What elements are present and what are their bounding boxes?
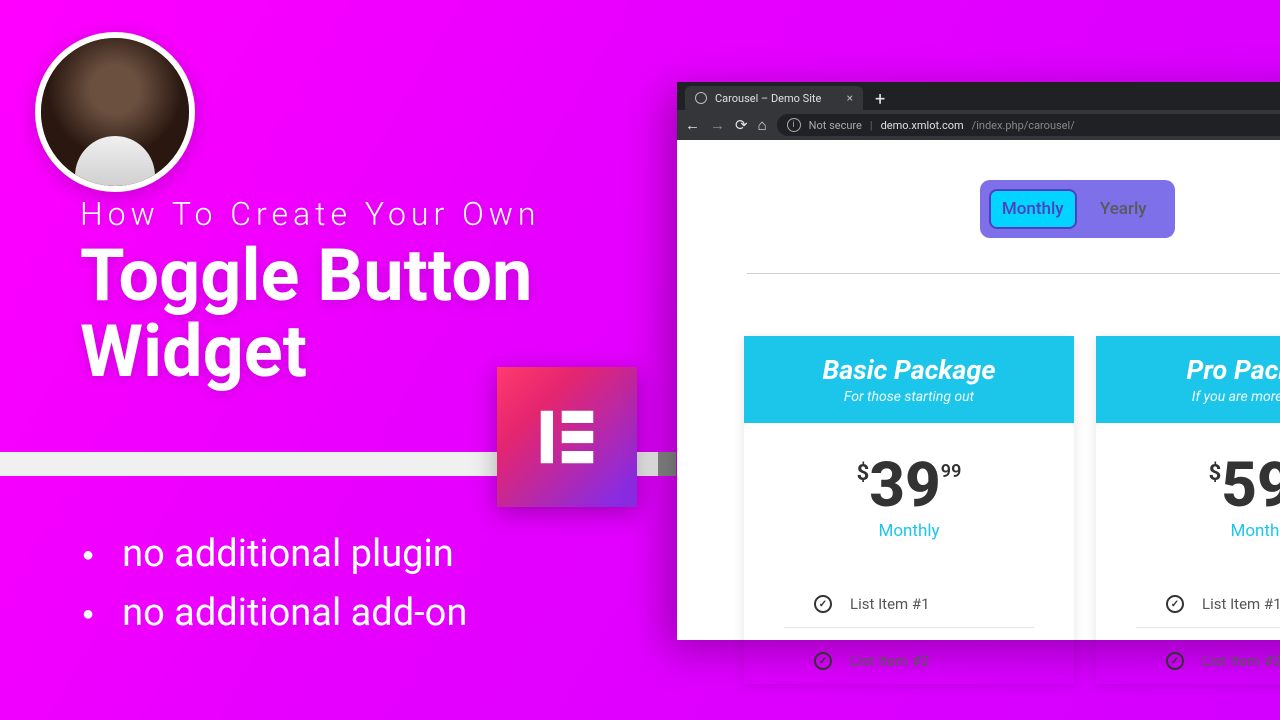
browser-window: Carousel – Demo Site × + ← → ⟳ ⌂ i Not s… [677, 82, 1280, 640]
page-content: Monthly Yearly Basic Package For those s… [677, 140, 1280, 640]
main-title: Toggle Button Widget [80, 238, 532, 389]
card-price: $ 39 99 Monthly [744, 423, 1074, 563]
pricing-card-basic: Basic Package For those starting out $ 3… [744, 336, 1074, 684]
check-icon: ✓ [1166, 652, 1184, 670]
tab-title: Carousel – Demo Site [715, 92, 839, 105]
pricing-card-pro: Pro Package If you are more serious $ 59… [1096, 336, 1280, 684]
bullet-item: no additional add-on [82, 584, 467, 643]
elementor-logo [497, 367, 637, 507]
price-amount: 39 [869, 455, 941, 517]
globe-icon [695, 92, 707, 104]
tab-strip: Carousel – Demo Site × + [677, 82, 1280, 110]
reload-button[interactable]: ⟳ [735, 116, 748, 134]
back-button[interactable]: ← [685, 116, 700, 134]
card-title: Pro Package [1106, 354, 1280, 386]
feature-list: ✓ List Item #1 ✓ List Item #2 [1096, 563, 1280, 684]
home-button[interactable]: ⌂ [758, 116, 767, 134]
browser-tab[interactable]: Carousel – Demo Site × [685, 86, 863, 110]
presenter-avatar [35, 32, 195, 192]
card-header: Basic Package For those starting out [744, 336, 1074, 423]
forward-button[interactable]: → [710, 116, 725, 134]
price-cents: 99 [941, 461, 962, 482]
url-path: /index.php/carousel/ [972, 119, 1075, 132]
billing-toggle: Monthly Yearly [980, 180, 1175, 238]
bullet-item: no additional plugin [82, 525, 467, 584]
price-currency: $ [1209, 461, 1222, 486]
price-amount: 59 [1221, 455, 1280, 517]
list-item-label: List Item #2 [1202, 652, 1280, 670]
close-tab-icon[interactable]: × [847, 91, 853, 105]
list-item: ✓ List Item #1 [1136, 587, 1280, 627]
list-item: ✓ List Item #2 [784, 644, 1034, 684]
list-item-label: List Item #1 [1202, 595, 1280, 613]
price-period: Monthly [754, 521, 1064, 541]
pricing-cards: Basic Package For those starting out $ 3… [677, 274, 1280, 684]
list-item: ✓ List Item #1 [784, 587, 1034, 627]
check-icon: ✓ [814, 595, 832, 613]
divider-end [658, 452, 676, 476]
address-bar[interactable]: i Not secure | demo.xmlot.com/index.php/… [777, 114, 1280, 136]
list-item-label: List Item #1 [850, 595, 930, 613]
title-line-1: Toggle Button [80, 233, 532, 318]
list-item-label: List Item #2 [850, 652, 930, 670]
bullet-list: no additional plugin no additional add-o… [82, 525, 467, 643]
feature-list: ✓ List Item #1 ✓ List Item #2 [744, 563, 1074, 684]
toggle-monthly[interactable]: Monthly [989, 189, 1078, 229]
new-tab-button[interactable]: + [863, 89, 897, 110]
price-period: Monthly [1106, 521, 1280, 541]
check-icon: ✓ [1166, 595, 1184, 613]
info-icon[interactable]: i [787, 118, 801, 132]
url-domain: demo.xmlot.com [881, 119, 964, 132]
list-item: ✓ List Item #2 [1136, 644, 1280, 684]
card-header: Pro Package If you are more serious [1096, 336, 1280, 423]
check-icon: ✓ [814, 652, 832, 670]
title-line-2: Widget [80, 309, 307, 394]
card-title: Basic Package [754, 354, 1064, 386]
card-subtitle: If you are more serious [1106, 389, 1280, 405]
toggle-yearly[interactable]: Yearly [1081, 189, 1166, 229]
card-price: $ 59 99 Monthly [1096, 423, 1280, 563]
card-subtitle: For those starting out [754, 389, 1064, 405]
security-label: Not secure [809, 119, 862, 132]
price-currency: $ [857, 461, 870, 486]
browser-toolbar: ← → ⟳ ⌂ i Not secure | demo.xmlot.com/in… [677, 110, 1280, 140]
subtitle-text: How To Create Your Own [80, 195, 540, 233]
